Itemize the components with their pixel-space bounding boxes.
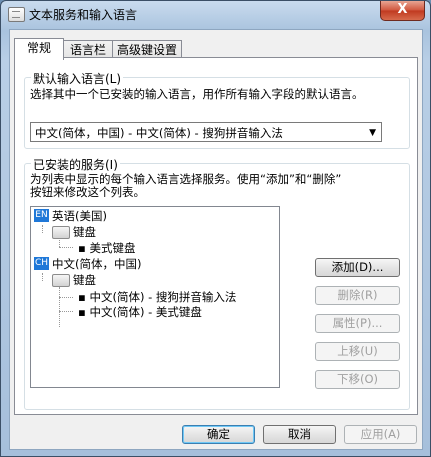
keyboard-icon	[8, 7, 25, 22]
installed-services-group-title: 已安装的服务(I)	[31, 156, 120, 173]
add-button[interactable]: 添加(D)...	[315, 258, 400, 277]
apply-button[interactable]: 应用(A)	[344, 425, 417, 444]
tree-node-ch-keyboard-label: 键盘	[73, 273, 96, 287]
tree-node-us-keyboard[interactable]: ▪ 美式键盘	[78, 241, 135, 255]
default-language-description: 选择其中一个已安装的输入语言，用作所有输入字段的默认语言。	[30, 87, 364, 101]
default-language-group-title: 默认输入语言(L)	[31, 70, 124, 87]
cancel-button[interactable]: 取消	[263, 425, 336, 444]
default-language-group: 默认输入语言(L) 选择其中一个已安装的输入语言，用作所有输入字段的默认语言。 …	[24, 70, 410, 149]
tree-node-us-keyboard-label: 美式键盘	[89, 241, 136, 255]
tree-node-chinese-simplified-label: 中文(简体，中国)	[52, 257, 142, 271]
chevron-down-icon[interactable]: ▼	[369, 123, 376, 143]
dialog-window: 文本服务和输入语言 X 常规 语言栏 高级键设置 默认输入语言(L) 选择其中一…	[0, 0, 431, 457]
tree-node-chinese-us-keyboard[interactable]: ▪ 中文(简体) - 美式键盘	[78, 305, 202, 319]
close-button[interactable]: X	[380, 1, 425, 21]
tree-node-en-keyboard[interactable]: 键盘	[52, 225, 96, 239]
installed-services-group: 已安装的服务(I) 为列表中显示的每个输入语言选择服务。使用“添加”和“删除” …	[24, 156, 410, 410]
tree-node-chinese-simplified[interactable]: CH 中文(简体，中国)	[34, 257, 141, 271]
keyboard-folder-icon	[52, 274, 70, 287]
move-up-button[interactable]: 上移(U)	[315, 342, 400, 361]
tab-panel-general: 默认输入语言(L) 选择其中一个已安装的输入语言，用作所有输入字段的默认语言。 …	[14, 57, 418, 415]
installed-services-tree[interactable]: EN 英语(美国) 键盘 ▪ 美式键盘 CH 中文(简体，中国) 键盘 ▪ 中文(简…	[30, 206, 280, 388]
tab-general[interactable]: 常规	[14, 38, 64, 60]
window-title: 文本服务和输入语言	[29, 8, 138, 22]
ok-button[interactable]: 确定	[182, 425, 255, 444]
dialog-client-area: 常规 语言栏 高级键设置 默认输入语言(L) 选择其中一个已安装的输入语言，用作…	[9, 29, 423, 450]
tree-node-sogou-pinyin-label: 中文(简体) - 搜狗拼音输入法	[89, 290, 237, 304]
installed-services-description-line2: 按钮来修改这个列表。	[30, 185, 145, 199]
remove-button[interactable]: 删除(R)	[315, 286, 400, 305]
title-bar[interactable]: 文本服务和输入语言 X	[1, 1, 430, 27]
default-language-select[interactable]: 中文(简体，中国) - 中文(简体) - 搜狗拼音输入法 ▼	[30, 122, 382, 142]
tree-node-sogou-pinyin[interactable]: ▪ 中文(简体) - 搜狗拼音输入法	[78, 290, 236, 304]
tree-node-ch-keyboard[interactable]: 键盘	[52, 273, 96, 287]
move-down-button[interactable]: 下移(O)	[315, 370, 400, 389]
tree-node-en-keyboard-label: 键盘	[73, 225, 96, 239]
tree-node-english-us[interactable]: EN 英语(美国)	[34, 209, 107, 223]
default-language-value: 中文(简体，中国) - 中文(简体) - 搜狗拼音输入法	[35, 126, 283, 140]
keyboard-folder-icon	[52, 226, 70, 239]
language-badge-en: EN	[34, 209, 49, 222]
properties-button[interactable]: 属性(P)...	[315, 314, 400, 333]
language-badge-ch: CH	[34, 257, 49, 270]
tree-node-english-us-label: 英语(美国)	[52, 209, 107, 223]
tree-node-chinese-us-keyboard-label: 中文(简体) - 美式键盘	[89, 305, 202, 319]
